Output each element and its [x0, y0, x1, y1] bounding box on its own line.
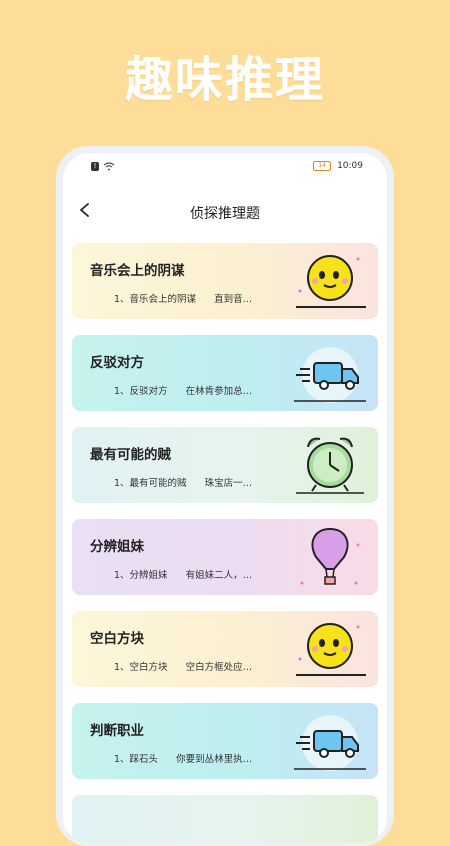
card-subtitle: 1、踩石头 你要到丛林里执… — [114, 754, 253, 765]
card-subtitle: 1、反驳对方 在林肯参加总… — [114, 386, 253, 397]
card-subtitle: 1、分辨姐妹 有姐妹二人，… — [114, 570, 253, 581]
alarm-clock-icon — [296, 437, 364, 494]
puzzle-card[interactable]: 最有可能的贼 1、最有可能的贼 珠宝店一… — [72, 427, 378, 503]
card-title: 空白方块 — [90, 631, 144, 647]
nav-bar: 侦探推理题 — [63, 189, 387, 233]
card-subtitle: 1、音乐会上的阴谋 直到音… — [114, 294, 253, 305]
page-title: 侦探推理题 — [190, 206, 260, 222]
delivery-truck-icon — [294, 715, 366, 771]
smiley-face-icon — [296, 255, 366, 308]
puzzle-list: 音乐会上的阴谋 1、音乐会上的阴谋 直到音… 反驳对方 1、反驳对方 在林肯参加… — [72, 243, 378, 843]
card-title: 判断职业 — [90, 723, 144, 739]
puzzle-card[interactable]: 反驳对方 1、反驳对方 在林肯参加总… — [72, 335, 378, 411]
card-title: 音乐会上的阴谋 — [90, 263, 185, 279]
app-screen: ! 14 10:09 侦探推理题 音乐会上的阴谋 1、音乐会上的阴谋 直到音… … — [63, 153, 387, 843]
puzzle-card[interactable] — [72, 795, 378, 843]
puzzle-card[interactable]: 分辨姐妹 1、分辨姐妹 有姐妹二人，… — [72, 519, 378, 595]
card-subtitle: 1、空白方块 空白方框处应… — [114, 662, 253, 673]
delivery-truck-icon — [294, 347, 366, 403]
status-bar: ! 14 10:09 — [63, 153, 387, 181]
status-time: 10:09 — [337, 161, 363, 171]
card-subtitle: 1、最有可能的贼 珠宝店一… — [114, 478, 253, 489]
card-title: 分辨姐妹 — [90, 539, 144, 555]
alert-icon: ! — [91, 162, 99, 171]
battery-icon: 14 — [313, 161, 332, 171]
smiley-face-icon — [296, 623, 366, 676]
puzzle-card[interactable]: 空白方块 1、空白方块 空白方框处应… — [72, 611, 378, 687]
puzzle-card[interactable]: 音乐会上的阴谋 1、音乐会上的阴谋 直到音… — [72, 243, 378, 319]
hero-title: 趣味推理 — [124, 52, 325, 108]
card-title: 反驳对方 — [90, 355, 144, 371]
phone-frame: ! 14 10:09 侦探推理题 音乐会上的阴谋 1、音乐会上的阴谋 直到音… … — [56, 146, 394, 846]
hot-air-balloon-icon — [300, 527, 360, 585]
card-title: 最有可能的贼 — [90, 447, 171, 463]
puzzle-card[interactable]: 判断职业 1、踩石头 你要到丛林里执… — [72, 703, 378, 779]
wifi-icon — [103, 162, 115, 171]
